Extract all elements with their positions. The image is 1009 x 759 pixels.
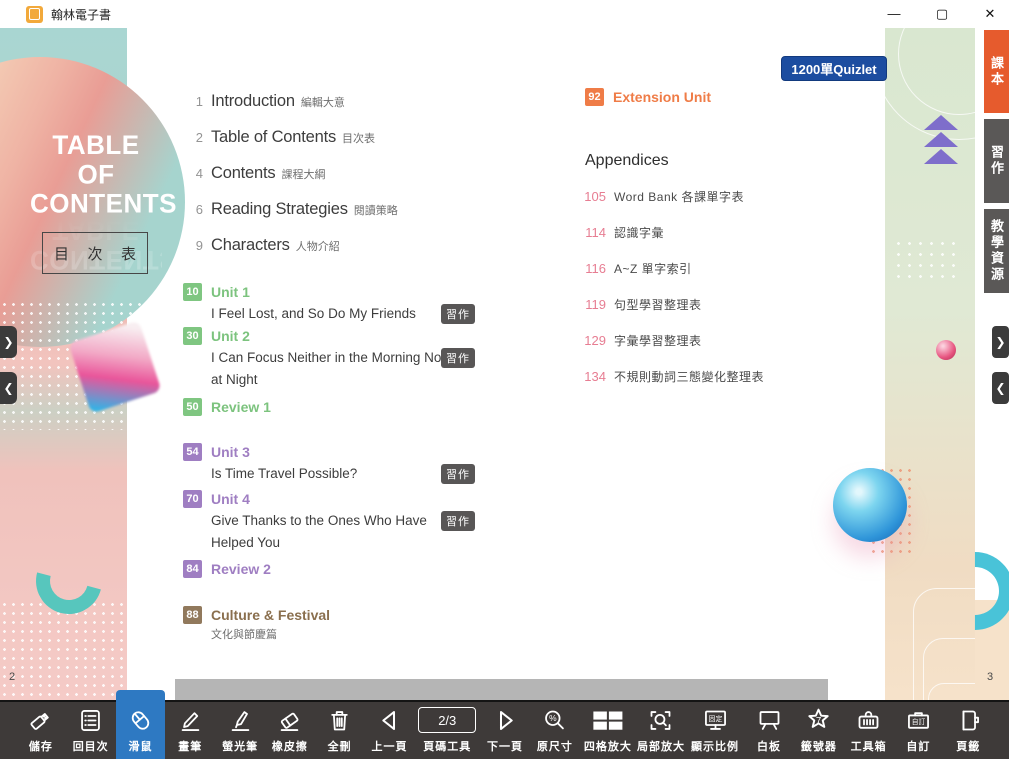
pen-tool-button[interactable]: 畫筆: [165, 702, 215, 759]
original-size-button[interactable]: % 原尺寸: [530, 702, 580, 759]
toolbox-button[interactable]: 工具箱: [844, 702, 894, 759]
toc-row-table-of-contents[interactable]: 2 Table of Contents 目次表: [183, 128, 513, 150]
eraser-icon: [265, 702, 315, 738]
usb-save-icon: [16, 702, 66, 738]
next-triangle-icon: [480, 702, 530, 738]
previous-page-button[interactable]: 上一頁: [365, 702, 415, 759]
app-title: 翰林電子書: [51, 6, 111, 23]
toc-review-1[interactable]: 50 Review 1: [183, 398, 475, 416]
minimize-button[interactable]: —: [883, 0, 905, 28]
appendix-row-vocab-review[interactable]: 129 字彙學習整理表: [579, 332, 879, 349]
back-to-toc-button[interactable]: 回目次: [66, 702, 116, 759]
left-panel-collapse-arrow[interactable]: ❮: [0, 372, 17, 404]
svg-text:7: 7: [816, 715, 821, 726]
toc-row-contents[interactable]: 4 Contents 課程大綱: [183, 164, 513, 186]
quizlet-button[interactable]: 1200單Quizlet: [781, 56, 887, 81]
delete-all-button[interactable]: 全刪: [315, 702, 365, 759]
tab-workbook[interactable]: 習作: [984, 119, 1009, 203]
toc-unit-3[interactable]: 54 Unit 3 Is Time Travel Possible? 習作: [183, 443, 475, 485]
triangle-decoration: [924, 132, 958, 147]
percent-magnifier-icon: %: [530, 702, 580, 738]
quad-grid-icon: [580, 702, 636, 738]
page-tab-button[interactable]: 頁籤: [943, 702, 993, 759]
page-number-left: 2: [9, 671, 15, 683]
svg-text:自訂: 自訂: [912, 716, 926, 725]
toc-unit-2[interactable]: 30 Unit 2 I Can Focus Neither in the Mor…: [183, 327, 475, 391]
title-bar: 翰林電子書 — ▢ ✕: [0, 0, 1009, 28]
next-page-button[interactable]: 下一頁: [480, 702, 530, 759]
tab-textbook[interactable]: 課本: [984, 30, 1009, 113]
right-panel-expand-arrow[interactable]: ❯: [992, 326, 1009, 358]
toc-unit-1[interactable]: 10 Unit 1 I Feel Lost, and So Do My Frie…: [183, 283, 475, 325]
dot-pattern: [893, 238, 955, 280]
display-ratio-button[interactable]: 固定 顯示比例: [686, 702, 744, 759]
mouse-icon: [116, 702, 166, 738]
page-number-box[interactable]: 2/3: [418, 707, 476, 733]
save-button[interactable]: 儲存: [16, 702, 66, 759]
appendix-row-vocabulary[interactable]: 114 認識字彙: [579, 224, 879, 241]
horizontal-scrollbar-thumb[interactable]: [175, 679, 828, 700]
left-panel-expand-arrow[interactable]: ❯: [0, 326, 17, 358]
area-magnifier-icon: [636, 702, 686, 738]
trash-icon: [315, 702, 365, 738]
hero-subtitle-box: 目 次 表: [42, 232, 148, 274]
triangle-decoration: [924, 115, 958, 130]
bottom-toolbar: 儲存 回目次 滑鼠 畫筆 螢光筆: [0, 700, 1009, 759]
star-number-icon: 7: [794, 702, 844, 738]
appendix-row-sentence-patterns[interactable]: 119 句型學習整理表: [579, 296, 879, 313]
tab-teaching-resources[interactable]: 教學資源: [984, 209, 1009, 293]
appendix-row-irregular-verbs[interactable]: 134 不規則動詞三態變化整理表: [579, 368, 879, 385]
custom-button[interactable]: 自訂 自訂: [894, 702, 944, 759]
toc-row-characters[interactable]: 9 Characters 人物介紹: [183, 236, 513, 258]
page-tab-icon: [943, 702, 993, 738]
page-number-right: 3: [987, 671, 993, 683]
triangle-decoration: [924, 149, 958, 164]
maximize-button[interactable]: ▢: [931, 0, 953, 28]
toc-extension-unit[interactable]: 92 Extension Unit: [585, 88, 835, 106]
quad-zoom-button[interactable]: 四格放大: [580, 702, 636, 759]
toc-row-introduction[interactable]: 1 Introduction 編輯大意: [183, 92, 513, 114]
appendices-heading: Appendices: [585, 152, 669, 170]
toc-culture-festival[interactable]: 88 Culture & Festival 文化與節慶篇: [183, 606, 475, 644]
highlighter-icon: [215, 702, 265, 738]
right-panel-collapse-arrow[interactable]: ❮: [992, 372, 1009, 404]
toc-list-icon: [66, 702, 116, 738]
toc-row-reading-strategies[interactable]: 6 Reading Strategies 閱讀策略: [183, 200, 513, 222]
workbook-badge[interactable]: 習作: [441, 464, 475, 484]
mouse-tool-button[interactable]: 滑鼠: [116, 702, 166, 759]
page-number-tool[interactable]: 2/3 頁碼工具: [414, 702, 480, 759]
toolbox-icon: [844, 702, 894, 738]
prev-triangle-icon: [365, 702, 415, 738]
briefcase-icon: 自訂: [894, 702, 944, 738]
workbook-badge[interactable]: 習作: [441, 348, 475, 368]
pink-ball-decoration: [936, 340, 956, 360]
pencil-icon: [165, 702, 215, 738]
monitor-icon: 固定: [686, 702, 744, 738]
svg-text:固定: 固定: [708, 713, 722, 722]
eraser-tool-button[interactable]: 橡皮擦: [265, 702, 315, 759]
workbook-badge[interactable]: 習作: [441, 511, 475, 531]
svg-text:%: %: [549, 713, 557, 723]
app-logo-icon: [26, 6, 43, 23]
appendix-row-az-index[interactable]: 116 A~Z 單字索引: [579, 260, 879, 277]
toc-review-2[interactable]: 84 Review 2: [183, 560, 475, 578]
toc-unit-4[interactable]: 70 Unit 4 Give Thanks to the Ones Who Ha…: [183, 490, 475, 554]
close-button[interactable]: ✕: [979, 0, 1001, 28]
appendix-row-word-bank[interactable]: 105 Word Bank 各課單字表: [579, 188, 879, 205]
dot-pattern: [0, 600, 127, 696]
partial-zoom-button[interactable]: 局部放大: [636, 702, 686, 759]
workbook-badge[interactable]: 習作: [441, 304, 475, 324]
highlighter-tool-button[interactable]: 螢光筆: [215, 702, 265, 759]
whiteboard-icon: [744, 702, 794, 738]
blue-sphere-decoration: [833, 468, 907, 542]
number-picker-button[interactable]: 7 籤號器: [794, 702, 844, 759]
whiteboard-button[interactable]: 白板: [744, 702, 794, 759]
